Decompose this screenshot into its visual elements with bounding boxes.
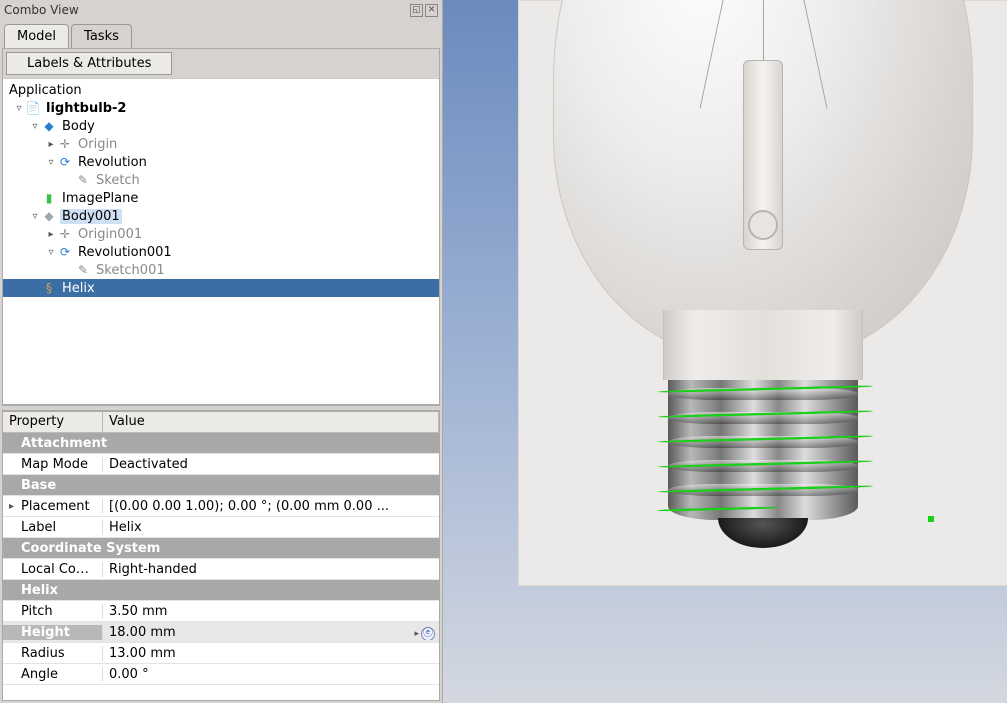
3d-viewport[interactable] xyxy=(443,0,1007,703)
filament-wire xyxy=(763,0,764,60)
tab-tasks[interactable]: Tasks xyxy=(71,24,132,48)
model-tree[interactable]: Application ▿ 📄 lightbulb-2 ▿ ◆ Body ▸ ✛… xyxy=(3,79,439,404)
tree-body001[interactable]: ▿ ◆ Body001 xyxy=(3,207,439,225)
labels-row: Labels & Attributes xyxy=(3,49,439,79)
property-panel: Property Value Attachment Map Mode Deact… xyxy=(2,411,440,701)
prop-label[interactable]: Label Helix xyxy=(3,517,439,538)
model-tab-content: Labels & Attributes Application ▿ 📄 ligh… xyxy=(2,48,440,405)
helix-endpoint[interactable] xyxy=(928,516,934,522)
property-body: Attachment Map Mode Deactivated Base ▸Pl… xyxy=(3,433,439,700)
expression-icon[interactable]: ⓔ xyxy=(421,627,435,640)
revolution-icon: ⟳ xyxy=(57,244,73,260)
prop-map-mode[interactable]: Map Mode Deactivated xyxy=(3,454,439,475)
expand-icon[interactable]: ▸ xyxy=(45,229,57,240)
helix-icon: § xyxy=(41,280,57,296)
body-icon: ◆ xyxy=(41,208,57,224)
group-attachment: Attachment xyxy=(3,433,439,454)
group-helix: Helix xyxy=(3,580,439,601)
document-icon: 📄 xyxy=(25,100,41,116)
panel-title-bar: Combo View ◱ ✕ xyxy=(0,0,442,20)
expand-icon[interactable]: ▿ xyxy=(45,157,57,168)
prop-height[interactable]: Height 18.00 mm ▸ ⓔ xyxy=(3,622,439,643)
tree-body[interactable]: ▿ ◆ Body xyxy=(3,117,439,135)
prop-radius[interactable]: Radius 13.00 mm xyxy=(3,643,439,664)
body-icon: ◆ xyxy=(41,118,57,134)
tree-document[interactable]: ▿ 📄 lightbulb-2 xyxy=(3,99,439,117)
expand-icon[interactable]: ▿ xyxy=(45,247,57,258)
revolution-icon: ⟳ xyxy=(57,154,73,170)
screw-tip xyxy=(718,518,808,548)
tabs-row: Model Tasks xyxy=(0,20,442,48)
header-property[interactable]: Property xyxy=(3,412,103,432)
property-header: Property Value xyxy=(3,412,439,433)
expand-icon[interactable]: ▸ xyxy=(45,139,57,150)
panel-float-button[interactable]: ◱ xyxy=(410,4,423,17)
sketch-icon: ✎ xyxy=(75,262,91,278)
tree-origin001[interactable]: ▸ ✛ Origin001 xyxy=(3,225,439,243)
tree-origin[interactable]: ▸ ✛ Origin xyxy=(3,135,439,153)
tree-sketch001[interactable]: ▸ ✎ Sketch001 xyxy=(3,261,439,279)
tree-sketch[interactable]: ▸ ✎ Sketch xyxy=(3,171,439,189)
header-value[interactable]: Value xyxy=(103,412,439,432)
expand-icon[interactable]: ▿ xyxy=(29,121,41,132)
labels-attributes-button[interactable]: Labels & Attributes xyxy=(6,52,172,75)
origin-icon: ✛ xyxy=(57,136,73,152)
screw-body xyxy=(668,380,858,520)
tab-model[interactable]: Model xyxy=(4,24,69,48)
combo-view-panel: Combo View ◱ ✕ Model Tasks Labels & Attr… xyxy=(0,0,443,703)
panel-close-button[interactable]: ✕ xyxy=(425,4,438,17)
prop-local-coord[interactable]: Local Co… Right-handed xyxy=(3,559,439,580)
prop-placement[interactable]: ▸Placement [(0.00 0.00 1.00); 0.00 °; (0… xyxy=(3,496,439,517)
spinner-icon[interactable]: ▸ xyxy=(414,629,419,639)
expand-icon[interactable]: ▿ xyxy=(13,103,25,114)
prop-angle[interactable]: Angle 0.00 ° xyxy=(3,664,439,685)
tree-helix[interactable]: ▸ § Helix xyxy=(3,279,439,297)
expand-icon[interactable]: ▸ xyxy=(9,501,19,512)
bulb-neck xyxy=(663,310,863,380)
group-coordinate-system: Coordinate System xyxy=(3,538,439,559)
group-base: Base xyxy=(3,475,439,496)
prop-pitch[interactable]: Pitch 3.50 mm xyxy=(3,601,439,622)
expand-icon[interactable]: ▿ xyxy=(29,211,41,222)
tree-imageplane[interactable]: ▸ ▮ ImagePlane xyxy=(3,189,439,207)
filament-bead xyxy=(748,210,778,240)
sketch-icon: ✎ xyxy=(75,172,91,188)
panel-title: Combo View xyxy=(4,3,408,17)
tree-revolution[interactable]: ▿ ⟳ Revolution xyxy=(3,153,439,171)
imageplane-icon: ▮ xyxy=(41,190,57,206)
tree-revolution001[interactable]: ▿ ⟳ Revolution001 xyxy=(3,243,439,261)
tree-root-application[interactable]: Application xyxy=(3,81,439,99)
origin-icon: ✛ xyxy=(57,226,73,242)
